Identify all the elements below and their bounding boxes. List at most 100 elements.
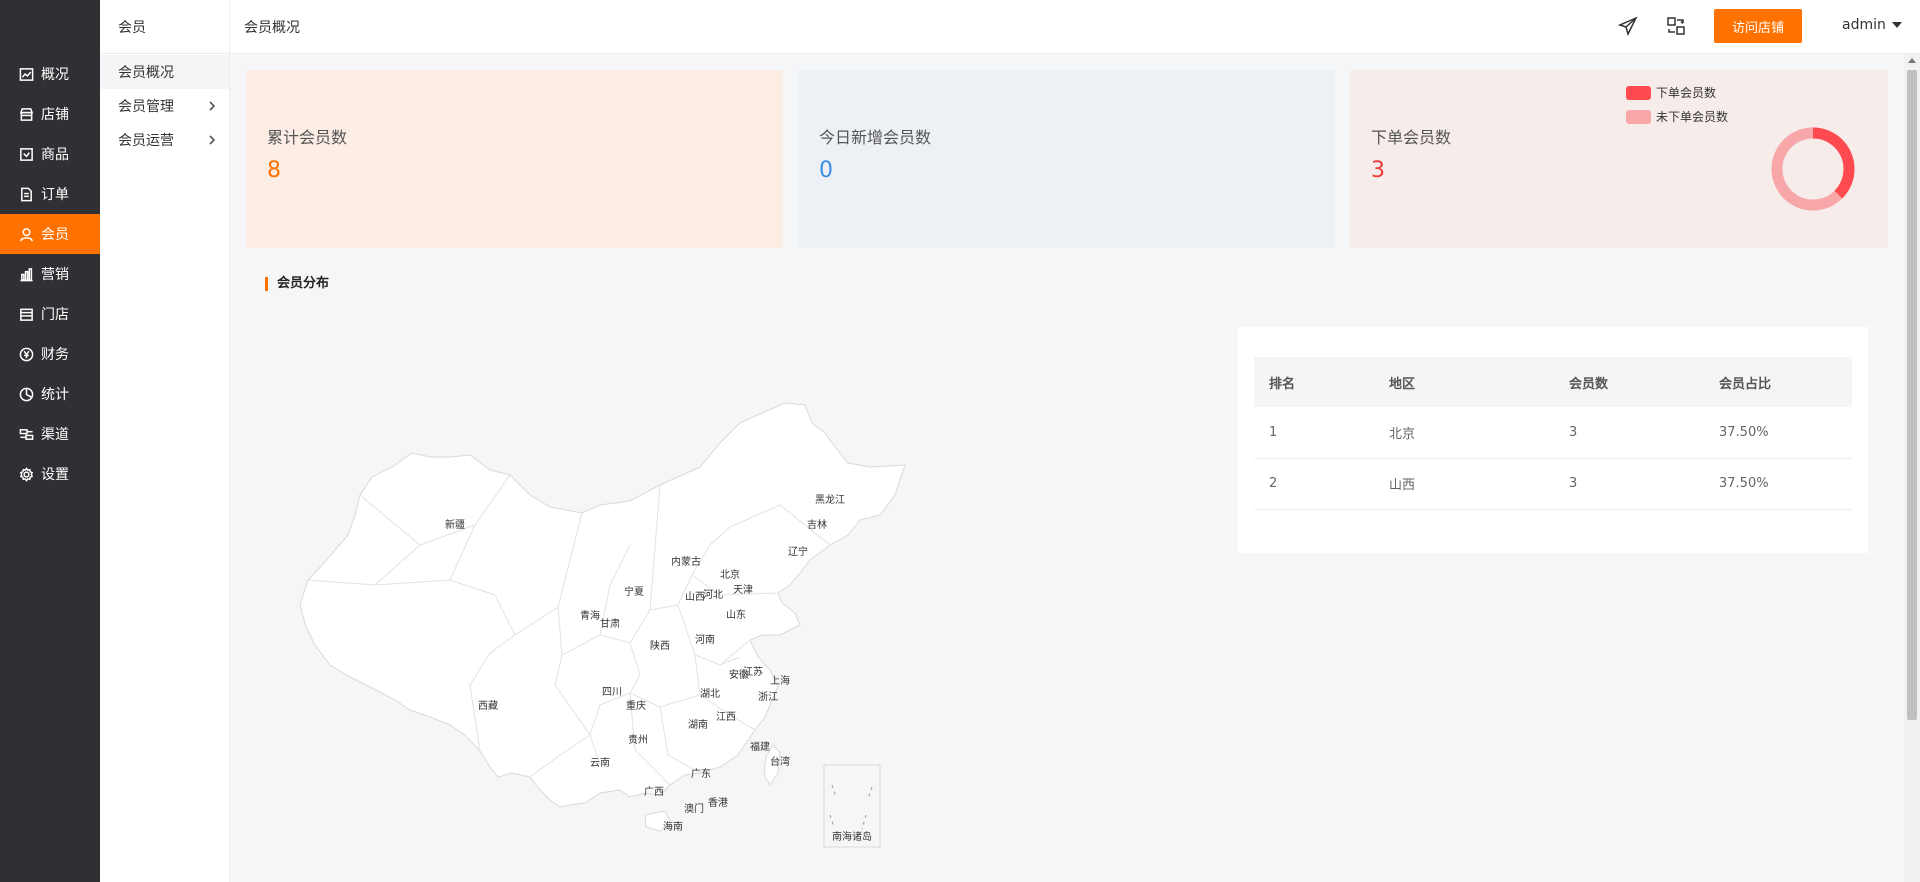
- map-label-guangdong: 广东: [691, 767, 711, 780]
- map-label-zhejiang: 浙江: [758, 691, 778, 703]
- map-label-shandong: 山东: [726, 608, 746, 621]
- legend-label: 未下单会员数: [1656, 110, 1729, 124]
- china-map: 新疆 西藏 青海 甘肃 内蒙古 宁夏 陕西 四川 重庆 云南 贵州 广西 广东 …: [300, 402, 906, 848]
- stat-label: 下单会员数: [1371, 128, 1452, 147]
- map-label-jilin: 吉林: [807, 518, 827, 531]
- sidebar-item-store[interactable]: 店铺: [0, 94, 100, 134]
- stat-card-new-members-today: 今日新增会员数 0: [798, 70, 1335, 248]
- map-label-shaanxi: 陕西: [650, 639, 670, 652]
- map-label-hainan: 海南: [663, 820, 683, 833]
- chevron-right-icon: [209, 135, 216, 145]
- yuan-icon: [19, 347, 34, 361]
- legend-not-ordered[interactable]: 未下单会员数: [1626, 108, 1728, 125]
- map-label-guizhou: 贵州: [628, 733, 648, 746]
- sidebar-item-settings[interactable]: 设置: [0, 454, 100, 494]
- table-header-ratio: 会员占比: [1704, 357, 1852, 407]
- table-cell: 3: [1554, 407, 1704, 459]
- map-region-mainland[interactable]: [300, 402, 906, 808]
- sidebar-item-finance[interactable]: 财务: [0, 334, 100, 374]
- send-icon[interactable]: [1616, 14, 1640, 38]
- visit-store-button[interactable]: 访问店铺: [1714, 9, 1802, 43]
- map-label-shanghai: 上海: [770, 674, 790, 687]
- page-scrollbar[interactable]: [1904, 54, 1920, 882]
- sidebar-item-channel[interactable]: 渠道: [0, 414, 100, 454]
- section-title: 会员分布: [265, 277, 329, 291]
- channel-icon: [19, 428, 34, 440]
- sidebar-item-label: 店铺: [41, 107, 69, 123]
- map-label-hunan: 湖南: [688, 718, 708, 731]
- table-header-row: 排名 地区 会员数 会员占比: [1254, 357, 1852, 407]
- store-icon: [19, 107, 34, 121]
- sidebar-item-label: 概况: [41, 67, 69, 83]
- shop-icon: [20, 308, 33, 321]
- submenu-item-member-overview[interactable]: 会员概况: [100, 55, 229, 89]
- map-label-yunnan: 云南: [590, 756, 610, 769]
- table-cell: 3: [1554, 458, 1704, 510]
- map-label-gansu: 甘肃: [600, 617, 620, 630]
- scroll-up-icon[interactable]: [1908, 58, 1916, 63]
- legend-ordered[interactable]: 下单会员数: [1626, 84, 1716, 101]
- username: admin: [1842, 17, 1886, 33]
- stat-card-ordering-members: 下单会员数 3 下单会员数 未下单会员数: [1350, 70, 1888, 248]
- gear-icon: [19, 466, 34, 482]
- nanhai-dashes: [829, 784, 873, 830]
- table-cell: 山西: [1374, 458, 1554, 510]
- map-label-chongqing: 重庆: [626, 699, 646, 712]
- table-row: 2 山西 3 37.50%: [1254, 458, 1852, 510]
- submenu-title: 会员: [100, 0, 229, 54]
- legend-swatch: [1626, 109, 1651, 124]
- submenu-item-member-operation[interactable]: 会员运营: [100, 123, 229, 157]
- submenu-item-label: 会员管理: [118, 99, 174, 115]
- map-label-guangxi: 广西: [644, 786, 664, 798]
- product-icon: [20, 147, 33, 161]
- bar-chart-icon: [20, 267, 33, 281]
- sidebar-item-marketing[interactable]: 营销: [0, 254, 100, 294]
- stat-value: 3: [1371, 158, 1385, 183]
- sidebar-item-overview[interactable]: 概况: [0, 54, 100, 94]
- stat-label: 今日新增会员数: [819, 128, 932, 147]
- map-label-neimenggu: 内蒙古: [671, 555, 701, 568]
- table-header-region: 地区: [1374, 357, 1554, 407]
- main-sidebar: 概况 店铺 商品 订单 会员 营销 门店 财务 统计 渠道 设置: [0, 0, 100, 882]
- sidebar-item-label: 商品: [41, 147, 69, 163]
- map-label-taiwan: 台湾: [770, 755, 790, 768]
- table-cell: 1: [1254, 407, 1374, 459]
- map-label-heilongjiang: 黑龙江: [815, 493, 845, 506]
- member-donut-chart: [1771, 127, 1855, 211]
- sidebar-item-label: 设置: [41, 467, 69, 483]
- sidebar-item-product[interactable]: 商品: [0, 134, 100, 174]
- sidebar-item-label: 营销: [41, 267, 69, 283]
- user-menu[interactable]: admin: [1842, 0, 1902, 50]
- map-label-hubei: 湖北: [700, 688, 720, 700]
- submenu: 会员 会员概况 会员管理 会员运营: [100, 0, 230, 882]
- pie-icon: [19, 387, 34, 401]
- sidebar-item-label: 渠道: [41, 427, 69, 443]
- sidebar-item-statistics[interactable]: 统计: [0, 374, 100, 414]
- table-cell: 37.50%: [1704, 458, 1852, 510]
- sidebar-item-label: 门店: [41, 307, 69, 323]
- map-label-henan: 河南: [695, 633, 715, 646]
- region-ranking-table: 排名 地区 会员数 会员占比 1 北京 3 37.50% 2 山西 3 37.5…: [1238, 327, 1868, 553]
- submenu-item-label: 会员运营: [118, 133, 174, 149]
- map-label-liaoning: 辽宁: [788, 545, 808, 558]
- map-label-ningxia: 宁夏: [624, 585, 644, 598]
- sidebar-item-member[interactable]: 会员: [0, 214, 100, 254]
- chevron-right-icon: [209, 101, 216, 111]
- map-label-xinjiang: 新疆: [445, 518, 465, 531]
- scrollbar-thumb[interactable]: [1907, 70, 1917, 720]
- table-cell: 37.50%: [1704, 407, 1852, 459]
- sidebar-item-order[interactable]: 订单: [0, 174, 100, 214]
- map-label-sichuan: 四川: [602, 687, 622, 698]
- submenu-item-label: 会员概况: [118, 65, 174, 81]
- table-cell: 北京: [1374, 407, 1554, 459]
- table-row: 1 北京 3 37.50%: [1254, 407, 1852, 459]
- sidebar-item-shop[interactable]: 门店: [0, 294, 100, 334]
- map-label-anhui: 安徽: [729, 668, 749, 681]
- submenu-item-member-management[interactable]: 会员管理: [100, 89, 229, 123]
- map-label-beijing: 北京: [720, 568, 740, 581]
- table-header-count: 会员数: [1554, 357, 1704, 407]
- map-label-xizang: 西藏: [478, 700, 498, 712]
- sidebar-item-label: 统计: [41, 387, 69, 403]
- stat-label: 累计会员数: [267, 128, 348, 147]
- switch-icon[interactable]: [1664, 14, 1688, 38]
